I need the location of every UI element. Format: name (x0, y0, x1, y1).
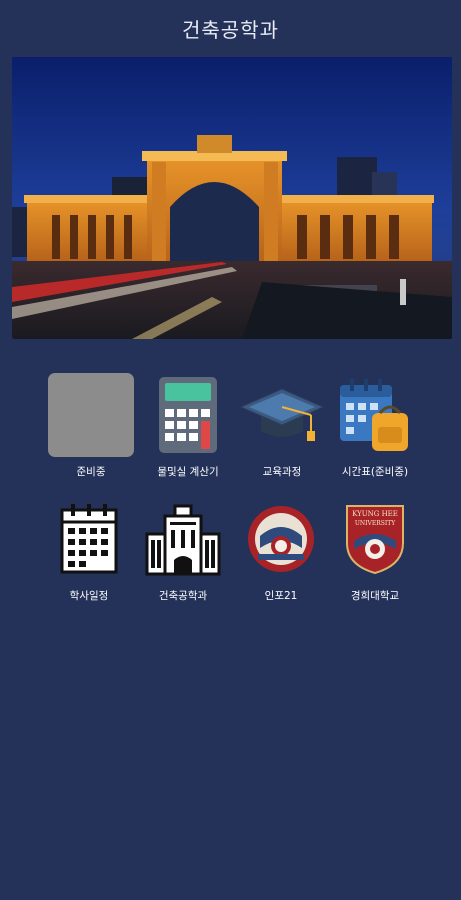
hero-image (12, 57, 452, 339)
menu-item-timetable[interactable]: 시간표(준비중) (320, 372, 430, 479)
university-crest-icon: KYUNG HEE UNIVERSITY (330, 496, 420, 582)
crest-text-line2: UNIVERSITY (355, 520, 396, 527)
menu-item-preparing[interactable]: 준비중 (36, 372, 146, 479)
crest-text-line1: KYUNG HEE (352, 510, 398, 518)
menu-item-label: 건축공학과 (158, 590, 208, 602)
schedule-backpack-icon (330, 372, 420, 458)
menu-item-label: 준비중 (76, 466, 106, 478)
calculator-icon (143, 372, 233, 458)
building-icon (138, 496, 228, 582)
placeholder-icon (46, 372, 136, 458)
menu-item-department[interactable]: 건축공학과 (128, 496, 238, 603)
emblem-icon (236, 496, 326, 582)
menu-item-label: 경희대학교 (350, 590, 400, 602)
menu-item-kyunghee[interactable]: KYUNG HEE UNIVERSITY 경희대학교 (320, 496, 430, 603)
graduation-cap-icon (237, 372, 327, 458)
page-title: 건축공학과 (182, 18, 279, 42)
menu-item-label: 시간표(준비중) (341, 466, 409, 478)
calendar-icon (44, 496, 134, 582)
